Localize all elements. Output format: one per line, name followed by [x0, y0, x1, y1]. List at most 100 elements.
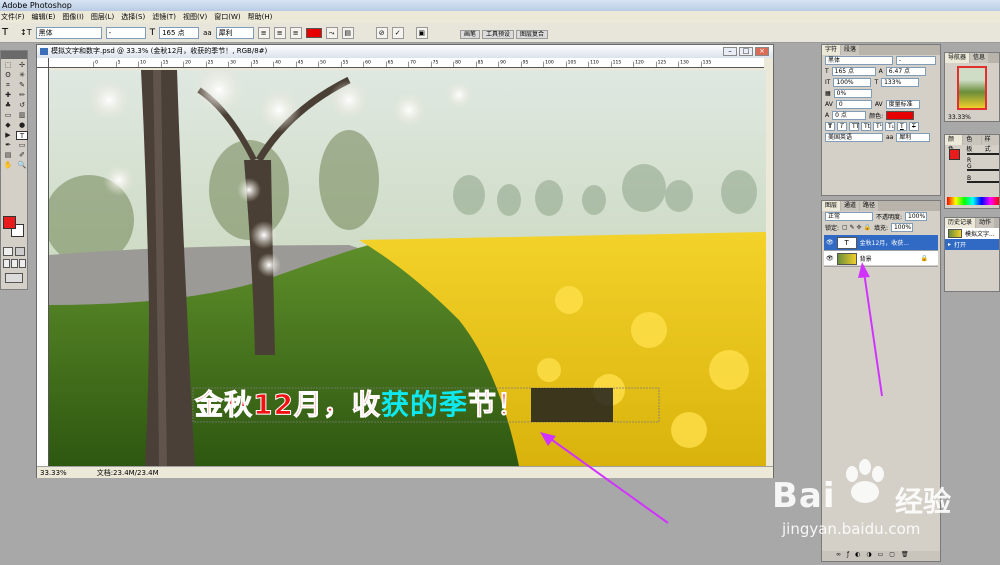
- dodge-tool-icon[interactable]: ●: [16, 121, 28, 130]
- eraser-tool-icon[interactable]: ▭: [2, 111, 14, 120]
- superscript-button[interactable]: T¹: [873, 122, 883, 131]
- layer-name[interactable]: 背景: [860, 254, 872, 263]
- hand-tool-icon[interactable]: ✋: [2, 161, 14, 170]
- char-tsume[interactable]: 0%: [833, 89, 872, 98]
- char-antialias[interactable]: 犀利: [896, 133, 931, 142]
- magic-wand-tool-icon[interactable]: ✳: [16, 71, 28, 80]
- font-family-select[interactable]: 黑体: [35, 26, 102, 39]
- layer-style-icon[interactable]: ƒ: [847, 551, 849, 561]
- align-right-button[interactable]: ≡: [289, 26, 302, 39]
- toolbox-header[interactable]: [1, 51, 27, 59]
- char-font-style[interactable]: -: [896, 56, 936, 65]
- minimize-button[interactable]: –: [723, 47, 737, 56]
- well-tool-presets[interactable]: 工具预设: [482, 30, 515, 39]
- link-layers-icon[interactable]: ∞: [836, 551, 841, 561]
- char-kerning[interactable]: 度量标准: [885, 100, 920, 109]
- color-slider-b[interactable]: [967, 181, 999, 183]
- marquee-tool-icon[interactable]: ⬚: [2, 61, 14, 70]
- navigator-thumbnail[interactable]: [957, 66, 987, 110]
- char-leading[interactable]: 6.47 点: [885, 67, 926, 76]
- cancel-edit-button[interactable]: ⊘: [375, 26, 388, 39]
- foreground-color-swatch[interactable]: [3, 216, 16, 229]
- opacity-input[interactable]: 100%: [905, 212, 928, 221]
- char-color-swatch[interactable]: [886, 111, 915, 120]
- subscript-button[interactable]: T₁: [885, 122, 895, 131]
- tab-info[interactable]: 信息: [970, 53, 989, 63]
- font-style-select[interactable]: -: [105, 26, 146, 39]
- char-tracking[interactable]: 0: [835, 100, 872, 109]
- move-tool-icon[interactable]: ✢: [16, 61, 28, 70]
- strikethrough-button[interactable]: T: [909, 122, 919, 131]
- tab-character[interactable]: 字符: [822, 45, 841, 55]
- menu-view[interactable]: 视图(V): [183, 11, 207, 23]
- char-font-family[interactable]: 黑体: [825, 56, 893, 65]
- brush-tool-icon[interactable]: ✏: [16, 91, 28, 100]
- layer-name[interactable]: 金秋12月，收获...: [860, 238, 909, 247]
- type-tool-icon[interactable]: T: [16, 131, 28, 140]
- tab-navigator[interactable]: 导航器: [945, 53, 970, 63]
- tab-layers[interactable]: 图层: [822, 201, 841, 211]
- layer-row-background[interactable]: 👁 背景 🔒: [824, 251, 938, 267]
- tab-actions[interactable]: 动作: [976, 218, 995, 228]
- char-horizontal-scale[interactable]: 133%: [881, 78, 920, 87]
- commit-edit-button[interactable]: ✓: [391, 26, 404, 39]
- antialias-select[interactable]: 犀利: [215, 26, 254, 39]
- close-button[interactable]: ×: [755, 47, 769, 56]
- pen-tool-icon[interactable]: ✒: [2, 141, 14, 150]
- tab-styles[interactable]: 样式: [981, 135, 999, 153]
- canvas[interactable]: 金秋12月，收获的季节！: [49, 70, 766, 466]
- color-spectrum-bar[interactable]: [947, 197, 999, 205]
- orientation-toggle-icon[interactable]: ↕T: [20, 28, 32, 37]
- menu-file[interactable]: 文件(F): [1, 11, 25, 23]
- char-baseline-shift[interactable]: 0 点: [832, 111, 867, 120]
- well-layer-comps[interactable]: 图层复合: [516, 30, 549, 39]
- color-fg-swatch[interactable]: [949, 149, 960, 160]
- visibility-eye-icon[interactable]: 👁: [826, 239, 834, 246]
- small-caps-button[interactable]: Tt: [861, 122, 871, 131]
- healing-tool-icon[interactable]: ✚: [2, 91, 14, 100]
- tab-color[interactable]: 颜色: [945, 135, 963, 153]
- fill-input[interactable]: 100%: [890, 223, 913, 232]
- menu-select[interactable]: 选择(S): [121, 11, 145, 23]
- text-tool-icon[interactable]: T: [2, 27, 16, 38]
- char-language[interactable]: 美国英语: [825, 133, 883, 142]
- document-title-bar[interactable]: 模拟文字和数字.psd @ 33.3% (金秋12月，收获的季节！, RGB/8…: [37, 45, 773, 58]
- zoom-level[interactable]: 33.33%: [40, 467, 67, 478]
- file-browser-button[interactable]: ▣: [415, 26, 428, 39]
- well-brushes[interactable]: 画笔: [460, 30, 481, 39]
- faux-italic-button[interactable]: T: [837, 122, 847, 131]
- menu-layer[interactable]: 图层(L): [91, 11, 114, 23]
- stamp-tool-icon[interactable]: ♣: [2, 101, 14, 110]
- align-left-button[interactable]: ≡: [257, 26, 270, 39]
- layer-row-text[interactable]: 👁 T 金秋12月，收获...: [824, 235, 938, 251]
- tab-channels[interactable]: 通道: [841, 201, 860, 211]
- tab-swatches[interactable]: 色板: [963, 135, 981, 153]
- font-size-select[interactable]: 165 点: [159, 26, 200, 39]
- menu-image[interactable]: 图像(I): [62, 11, 84, 23]
- tab-paragraph[interactable]: 段落: [841, 45, 860, 55]
- warp-text-button[interactable]: ⤳: [325, 26, 338, 39]
- quick-mask-buttons[interactable]: [3, 247, 25, 256]
- char-font-size[interactable]: 165 点: [831, 67, 876, 76]
- underline-button[interactable]: T: [897, 122, 907, 131]
- menu-edit[interactable]: 编辑(E): [32, 11, 56, 23]
- visibility-eye-icon[interactable]: 👁: [826, 255, 834, 262]
- navigator-zoom[interactable]: 33.33%: [948, 114, 971, 121]
- maximize-button[interactable]: □: [739, 47, 753, 56]
- path-selection-tool-icon[interactable]: ▶: [2, 131, 14, 140]
- tab-history[interactable]: 历史记录: [945, 218, 976, 228]
- character-panel-button[interactable]: ▤: [341, 26, 354, 39]
- align-center-button[interactable]: ≡: [273, 26, 286, 39]
- screen-mode-buttons[interactable]: [3, 259, 27, 268]
- zoom-tool-icon[interactable]: 🔍: [16, 161, 28, 170]
- imageready-button[interactable]: [5, 273, 23, 283]
- new-layer-icon[interactable]: ▢: [889, 551, 895, 561]
- color-slider-r[interactable]: [967, 153, 999, 155]
- slice-tool-icon[interactable]: ✎: [16, 81, 28, 90]
- delete-layer-icon[interactable]: 🗑: [901, 551, 909, 561]
- blend-mode-select[interactable]: 正常: [825, 212, 873, 221]
- menu-window[interactable]: 窗口(W): [214, 11, 240, 23]
- history-state-open[interactable]: ▸ 打开: [945, 239, 999, 250]
- canvas-text[interactable]: 金秋12月，收获的季节！: [195, 388, 526, 422]
- crop-tool-icon[interactable]: ⌗: [2, 81, 14, 90]
